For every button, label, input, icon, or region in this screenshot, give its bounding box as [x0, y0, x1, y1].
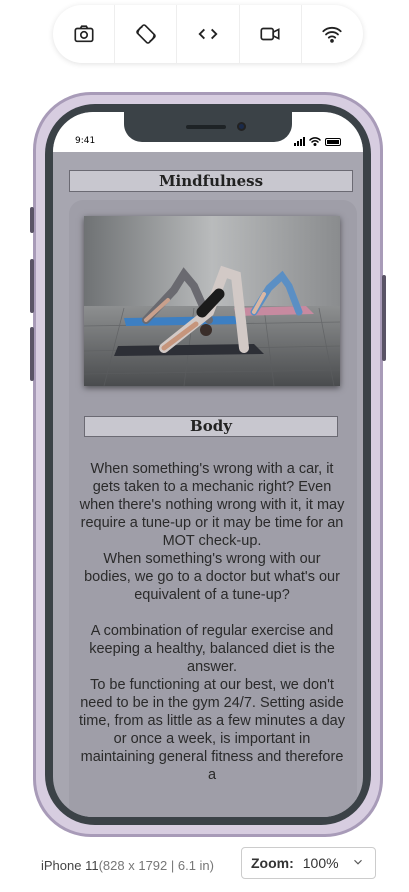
phone-bezel: 9:41 Mindfulness Body When something's w… [45, 104, 371, 825]
volume-down-button [30, 327, 34, 381]
record-button[interactable] [238, 5, 301, 63]
network-button[interactable] [300, 5, 363, 63]
status-time: 9:41 [75, 136, 96, 146]
notch [124, 112, 292, 142]
device-dimensions: (828 x 1792 | 6.1 in) [98, 858, 214, 873]
rotate-button[interactable] [114, 5, 176, 63]
page-title: Mindfulness [69, 170, 353, 192]
power-button [382, 275, 386, 361]
volume-up-button [30, 259, 34, 313]
rotate-icon [136, 24, 156, 44]
yoga-photo [84, 216, 340, 386]
code-icon [198, 28, 218, 40]
phone-screen: 9:41 Mindfulness Body When something's w… [53, 112, 363, 817]
video-icon [260, 27, 280, 41]
screenshot-button[interactable] [53, 5, 114, 63]
wifi-icon [322, 26, 343, 43]
phone-frame: 9:41 Mindfulness Body When something's w… [30, 92, 386, 837]
battery-icon [325, 137, 341, 146]
body-text: When something's wrong with a car, it ge… [79, 460, 345, 802]
paragraph: When something's wrong with a car, it ge… [79, 461, 345, 603]
device-label: iPhone 11(828 x 1792 | 6.1 in) [41, 858, 214, 873]
device-name: iPhone 11 [41, 858, 99, 873]
chevron-down-icon [354, 859, 362, 865]
page-content[interactable]: Mindfulness Body When something's wrong … [53, 152, 363, 817]
content-card: Body When something's wrong with a car, … [69, 200, 357, 817]
zoom-value: 100% [302, 855, 339, 871]
mute-switch [30, 207, 34, 233]
signal-icon [294, 137, 305, 146]
section-title: Body [84, 416, 338, 437]
paragraph: A combination of regular exercise and ke… [79, 623, 345, 783]
camera-icon [74, 25, 94, 43]
wifi-status-icon [309, 137, 321, 146]
zoom-select[interactable]: Zoom: 100% [241, 847, 376, 879]
code-button[interactable] [176, 5, 238, 63]
zoom-label: Zoom: [251, 855, 294, 871]
device-toolbar [53, 5, 363, 63]
